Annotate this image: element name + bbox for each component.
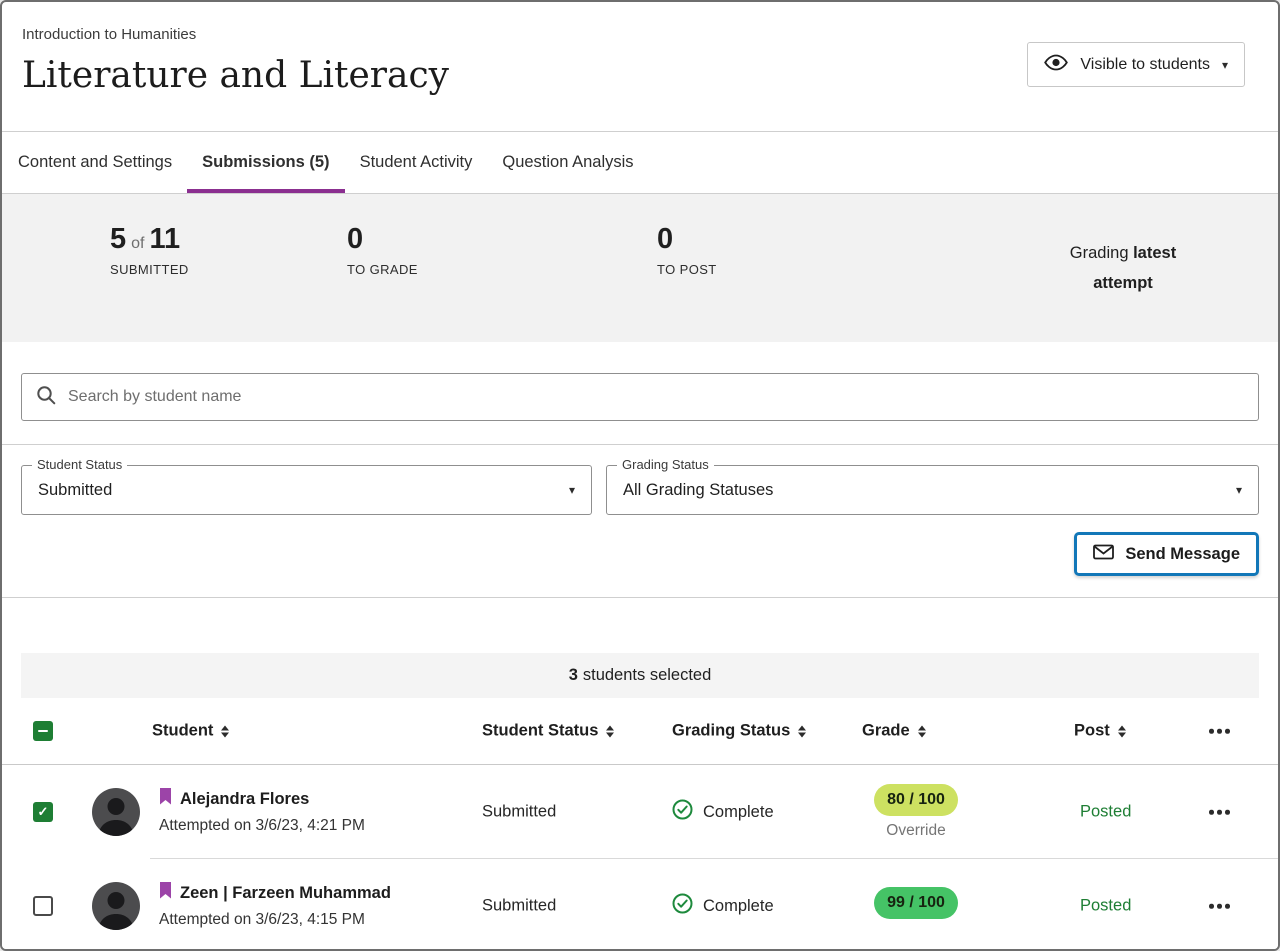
page-header: Introduction to Humanities Literature an… <box>2 2 1278 132</box>
column-header-grade[interactable]: Grade <box>862 722 926 741</box>
grade-pill[interactable]: 99 / 100 <box>874 887 958 919</box>
envelope-icon <box>1093 544 1114 565</box>
stat-to-post-label: TO POST <box>657 262 717 277</box>
column-header-student-status[interactable]: Student Status <box>482 722 614 741</box>
complete-check-icon <box>672 893 693 919</box>
table-header-row: Student Student Status Grading Status Gr… <box>2 698 1278 765</box>
selection-summary: 3 students selected <box>21 653 1259 698</box>
sort-icon <box>221 725 229 737</box>
grading-status-select[interactable]: Grading Status All Grading Statuses ▾ <box>606 465 1259 515</box>
stat-submitted-label: SUBMITTED <box>110 262 189 277</box>
send-message-button[interactable]: Send Message <box>1074 532 1259 576</box>
attempted-timestamp: Attempted on 3/6/23, 4:15 PM <box>159 911 391 929</box>
stat-submitted-value: 5of11 <box>110 225 189 254</box>
selection-count: 3 <box>569 666 578 685</box>
stat-to-post: 0 TO POST <box>657 225 717 277</box>
grading-status-value: All Grading Statuses <box>623 481 773 500</box>
table-row: Zeen | Farzeen Muhammad Attempted on 3/6… <box>2 859 1278 951</box>
grading-status-label: Grading Status <box>617 457 714 472</box>
submissions-table: 3 students selected Student Student Stat… <box>2 598 1278 951</box>
search-section <box>2 342 1278 445</box>
chevron-down-icon: ▾ <box>1236 484 1242 496</box>
grade-pill[interactable]: 80 / 100 <box>874 784 958 816</box>
grading-status-value: Complete <box>703 803 774 822</box>
stat-to-grade: 0 TO GRADE <box>347 225 418 277</box>
post-status[interactable]: Posted <box>1080 803 1131 822</box>
tab-student-activity[interactable]: Student Activity <box>345 132 488 193</box>
student-name[interactable]: Alejandra Flores <box>159 788 365 810</box>
student-name[interactable]: Zeen | Farzeen Muhammad <box>159 882 391 904</box>
table-menu-button[interactable] <box>1207 721 1232 742</box>
row-checkbox[interactable] <box>33 802 53 822</box>
column-header-student[interactable]: Student <box>152 722 229 741</box>
row-menu-button[interactable] <box>1207 802 1232 823</box>
tab-question-analysis[interactable]: Question Analysis <box>487 132 648 193</box>
sort-icon <box>918 725 926 737</box>
visibility-label: Visible to students <box>1080 56 1210 74</box>
search-box <box>21 373 1259 421</box>
table-row: Alejandra Flores Attempted on 3/6/23, 4:… <box>2 765 1278 859</box>
sort-icon <box>1118 725 1126 737</box>
grading-status-cell: Complete <box>672 799 774 825</box>
avatar <box>92 788 140 836</box>
stat-to-grade-value: 0 <box>347 225 418 254</box>
tab-submissions[interactable]: Submissions (5) <box>187 132 344 193</box>
chevron-down-icon: ▾ <box>1222 59 1228 71</box>
search-icon <box>36 385 56 410</box>
student-status-select[interactable]: Student Status Submitted ▾ <box>21 465 592 515</box>
sort-icon <box>606 725 614 737</box>
grading-status-value: Complete <box>703 897 774 916</box>
stat-to-post-value: 0 <box>657 225 717 254</box>
student-status-label: Student Status <box>32 457 127 472</box>
chevron-down-icon: ▾ <box>569 484 575 496</box>
tab-content-and-settings[interactable]: Content and Settings <box>18 132 187 193</box>
bookmark-icon <box>159 882 172 904</box>
student-status-value: Submitted <box>482 803 556 822</box>
filter-section: Student Status Submitted ▾ Grading Statu… <box>2 445 1278 598</box>
attempted-timestamp: Attempted on 3/6/23, 4:21 PM <box>159 817 365 835</box>
row-checkbox[interactable] <box>33 896 53 916</box>
select-all-checkbox[interactable] <box>33 721 53 741</box>
bookmark-icon <box>159 788 172 810</box>
column-header-grading-status[interactable]: Grading Status <box>672 722 806 741</box>
course-name: Introduction to Humanities <box>22 26 1258 43</box>
send-message-label: Send Message <box>1125 545 1240 564</box>
post-status[interactable]: Posted <box>1080 897 1131 916</box>
selection-text: students selected <box>583 666 711 685</box>
grading-status-cell: Complete <box>672 893 774 919</box>
visible-to-students-button[interactable]: Visible to students ▾ <box>1027 42 1245 87</box>
search-input[interactable] <box>68 388 1244 406</box>
student-status-value: Submitted <box>38 481 112 500</box>
column-header-post[interactable]: Post <box>1074 722 1126 741</box>
stats-bar: 5of11 SUBMITTED 0 TO GRADE 0 TO POST Gra… <box>2 194 1278 342</box>
submissions-page: Introduction to Humanities Literature an… <box>0 0 1280 951</box>
eye-icon <box>1044 54 1068 76</box>
grading-note: Grading latest attempt <box>1052 238 1194 298</box>
stat-submitted: 5of11 SUBMITTED <box>110 225 189 277</box>
student-status-value: Submitted <box>482 897 556 916</box>
stat-to-grade-label: TO GRADE <box>347 262 418 277</box>
avatar <box>92 882 140 930</box>
complete-check-icon <box>672 799 693 825</box>
row-menu-button[interactable] <box>1207 896 1232 917</box>
tab-bar: Content and Settings Submissions (5) Stu… <box>2 132 1278 194</box>
override-label: Override <box>858 822 974 840</box>
sort-icon <box>798 725 806 737</box>
